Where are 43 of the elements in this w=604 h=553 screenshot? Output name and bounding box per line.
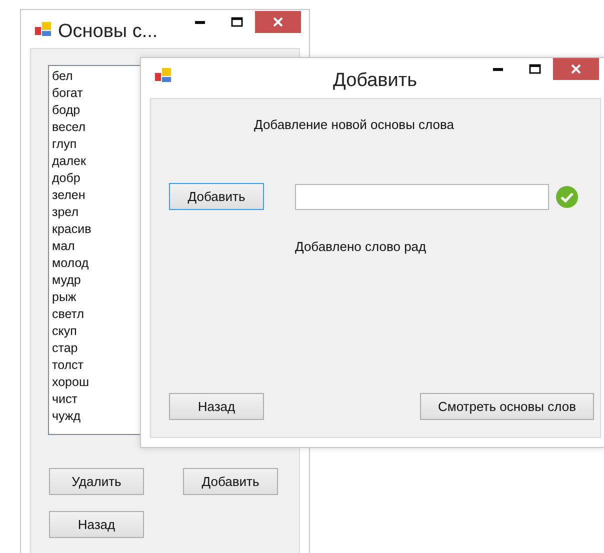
maximize-icon <box>529 64 541 74</box>
app-icon <box>154 67 172 83</box>
list-item[interactable]: бел <box>52 68 141 85</box>
list-item[interactable]: хорош <box>52 374 141 391</box>
app-icon <box>34 21 52 37</box>
list-item[interactable]: мал <box>52 238 141 255</box>
list-item[interactable]: толст <box>52 357 141 374</box>
add-button[interactable]: Добавить <box>169 183 264 210</box>
list-item[interactable]: богат <box>52 85 141 102</box>
list-item[interactable]: весел <box>52 119 141 136</box>
status-message: Добавлено слово рад <box>295 239 426 254</box>
list-item[interactable]: зелен <box>52 187 141 204</box>
back-button[interactable]: Назад <box>49 511 144 538</box>
maximize-icon <box>231 17 243 27</box>
list-item[interactable]: стар <box>52 340 141 357</box>
close-button[interactable] <box>255 11 301 33</box>
list-item[interactable]: глуп <box>52 136 141 153</box>
back-button[interactable]: Назад <box>169 393 264 420</box>
list-item[interactable]: мудр <box>52 272 141 289</box>
list-item[interactable]: бодр <box>52 102 141 119</box>
list-item[interactable]: светл <box>52 306 141 323</box>
list-item[interactable]: чужд <box>52 408 141 425</box>
view-stems-button[interactable]: Смотреть основы слов <box>420 393 594 420</box>
window-title: Основы с... <box>58 20 158 44</box>
add-button[interactable]: Добавить <box>183 468 278 495</box>
list-item[interactable]: красив <box>52 221 141 238</box>
minimize-icon <box>195 20 205 24</box>
close-icon <box>273 17 283 27</box>
word-input-field[interactable] <box>295 184 549 210</box>
delete-button[interactable]: Удалить <box>49 468 144 495</box>
list-item[interactable]: скуп <box>52 323 141 340</box>
list-item[interactable]: добр <box>52 170 141 187</box>
list-item[interactable]: далек <box>52 153 141 170</box>
dialog-title: Добавить <box>333 69 417 93</box>
list-item[interactable]: зрел <box>52 204 141 221</box>
dialog-heading: Добавление новой основы слова <box>254 117 454 132</box>
minimize-icon <box>493 68 503 70</box>
close-button[interactable] <box>553 58 599 80</box>
close-icon <box>571 64 581 74</box>
check-icon <box>555 184 579 208</box>
list-item[interactable]: чист <box>52 391 141 408</box>
list-item[interactable]: молод <box>52 255 141 272</box>
list-item[interactable]: рыж <box>52 289 141 306</box>
